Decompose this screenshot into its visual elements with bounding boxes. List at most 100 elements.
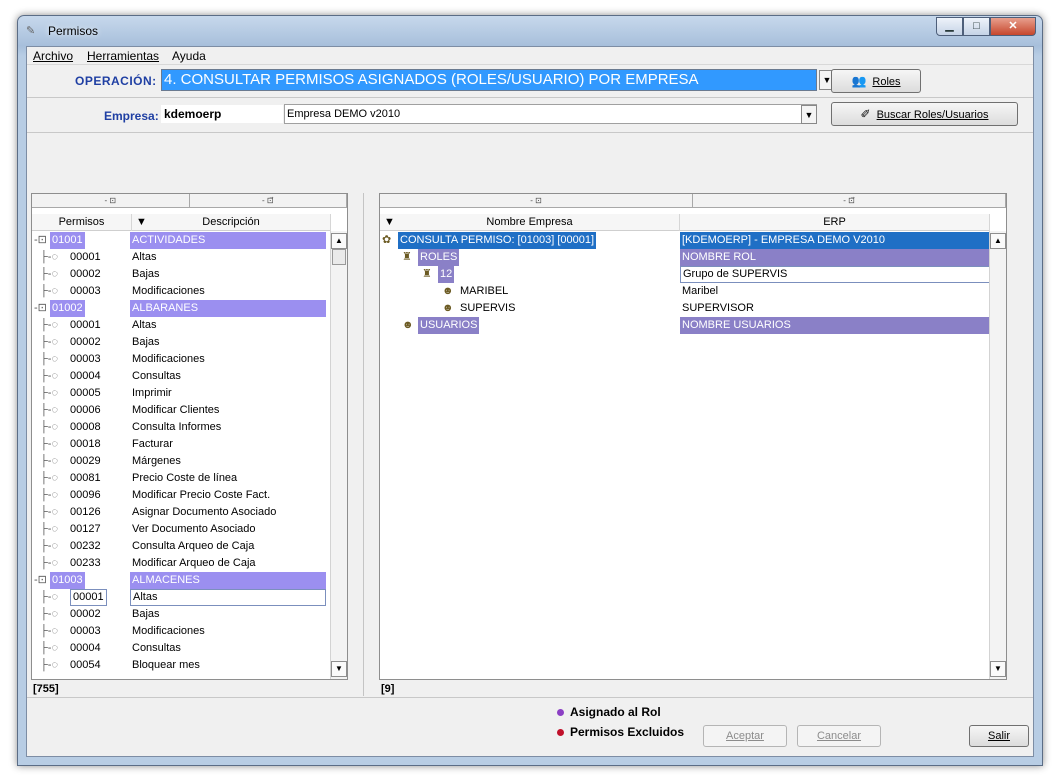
permission-description: Modificaciones [132, 285, 205, 297]
permission-group-row[interactable]: -⊡ 01002 ALBARANES [32, 300, 330, 317]
empresa-label: Empresa: [104, 109, 159, 123]
permission-row[interactable]: ├-◌ 00002 Bajas [32, 334, 330, 351]
permission-node-icon: ├-◌ [40, 472, 58, 484]
permission-row[interactable]: ├-◌ 00002 Bajas [32, 606, 330, 623]
permission-group-row[interactable]: -⊡ 01001 ACTIVIDADES [32, 232, 330, 249]
scroll-up-icon[interactable]: ▲ [331, 233, 347, 249]
close-icon[interactable]: ✕ [990, 17, 1036, 36]
permission-row[interactable]: ├-◌ 00002 Bajas [32, 266, 330, 283]
node-name: MARIBEL [460, 285, 509, 297]
permission-code: 00127 [70, 523, 101, 535]
scroll-down-right-icon[interactable]: ▼ [990, 661, 1006, 677]
roles-users-panel-toolbar: - ⊡ - ⊡⃗ [380, 194, 1006, 208]
empresa-code-field[interactable]: kdemoerp [160, 104, 284, 124]
legend-excluded: Permisos Excluidos [557, 725, 684, 739]
permission-code: 00001 [70, 251, 101, 263]
permission-row[interactable]: ├-◌ 00127 Ver Documento Asociado [32, 521, 330, 538]
permission-description: ACTIVIDADES [130, 232, 326, 249]
col-permisos[interactable]: Permisos [32, 214, 132, 231]
query-icon: ✿ [382, 234, 392, 246]
minimize-icon[interactable]: ▁ [936, 17, 963, 36]
expand-right-icon[interactable]: - ⊡⃗ [693, 194, 1006, 207]
permissions-count: [755] [33, 683, 59, 695]
col-descripcion[interactable]: ▼ Descripción [132, 214, 331, 231]
empresa-dropdown-icon[interactable]: ▼ [801, 105, 817, 124]
panel-splitter[interactable] [363, 193, 367, 696]
search-wand-icon: ✐ [860, 107, 871, 121]
permissions-panel-toolbar: - ⊡ - ⊡⃗ [32, 194, 347, 208]
cancelar-button[interactable]: Cancelar [797, 725, 881, 747]
permission-node-icon: ├-◌ [40, 370, 58, 382]
permission-row[interactable]: ├-◌ 00001 Altas [32, 249, 330, 266]
col-nombre-empresa[interactable]: ▼ Nombre Empresa [380, 214, 680, 231]
menu-ayuda[interactable]: Ayuda [172, 49, 206, 63]
permission-code: 01003 [50, 572, 85, 589]
permission-code: 00003 [70, 285, 101, 297]
permission-node-icon: ├-◌ [40, 557, 58, 569]
permission-node-icon: ├-◌ [40, 336, 58, 348]
group-lock-icon: -⊡ [34, 234, 47, 246]
roles-users-row[interactable]: ✿ CONSULTA PERMISO: [01003] [00001] [KDEMO… [380, 232, 990, 249]
permission-row[interactable]: ├-◌ 00001 Altas [32, 589, 330, 606]
roles-users-scrollbar[interactable]: ▲ ▼ [989, 231, 1006, 679]
operation-select[interactable]: 4. CONSULTAR PERMISOS ASIGNADOS (ROLES/U… [161, 69, 817, 91]
permission-row[interactable]: ├-◌ 00005 Imprimir [32, 385, 330, 402]
permission-description: Modificaciones [132, 353, 205, 365]
node-name: USUARIOS [418, 317, 480, 334]
permission-row[interactable]: ├-◌ 00018 Facturar [32, 436, 330, 453]
window-title: Permisos [48, 24, 99, 38]
permission-description: Altas [130, 589, 326, 606]
roles-button[interactable]: 👥 Roles [831, 69, 921, 93]
permission-row[interactable]: ├-◌ 00081 Precio Coste de línea [32, 470, 330, 487]
client-area: Archivo Herramientas Ayuda OPERACIÓN: 4.… [26, 46, 1034, 757]
permission-row[interactable]: ├-◌ 00126 Asignar Documento Asociado [32, 504, 330, 521]
permissions-scrollbar[interactable]: ▲ ▼ [330, 231, 347, 679]
permission-row[interactable]: ├-◌ 00003 Modificaciones [32, 623, 330, 640]
menu-archivo[interactable]: Archivo [33, 49, 73, 63]
permission-row[interactable]: ├-◌ 00006 Modificar Clientes [32, 402, 330, 419]
scroll-up-right-icon[interactable]: ▲ [990, 233, 1006, 249]
permission-row[interactable]: ├-◌ 00029 Márgenes [32, 453, 330, 470]
permission-node-icon: ├-◌ [40, 489, 58, 501]
permission-group-row[interactable]: -⊡ 01003 ALMACENES [32, 572, 330, 589]
permission-code: 00081 [70, 472, 101, 484]
roles-users-columns: ▼ Nombre Empresa ERP [380, 214, 990, 231]
roles-users-row[interactable]: ☻ SUPERVIS SUPERVISOR [380, 300, 990, 317]
maximize-icon[interactable]: □ [963, 17, 990, 36]
permission-row[interactable]: ├-◌ 00232 Consulta Arqueo de Caja [32, 538, 330, 555]
roles-users-row[interactable]: ♜ 12 Grupo de SUPERVIS [380, 266, 990, 283]
permission-row[interactable]: ├-◌ 00003 Modificaciones [32, 351, 330, 368]
permission-row[interactable]: ├-◌ 00233 Modificar Arqueo de Caja [32, 555, 330, 572]
excluded-dot-icon [557, 729, 564, 736]
scroll-down-icon[interactable]: ▼ [331, 661, 347, 677]
permission-node-icon: ├-◌ [40, 285, 58, 297]
permission-row[interactable]: ├-◌ 00054 Bloquear mes [32, 657, 330, 674]
collapse-icon[interactable]: - ⊡ [32, 194, 190, 207]
permission-row[interactable]: ├-◌ 00003 Modificaciones [32, 283, 330, 300]
permission-row[interactable]: ├-◌ 00004 Consultas [32, 368, 330, 385]
permission-description: Modificaciones [132, 625, 205, 637]
node-name: CONSULTA PERMISO: [01003] [00001] [398, 232, 597, 249]
permission-row[interactable]: ├-◌ 00008 Consulta Informes [32, 419, 330, 436]
scroll-thumb[interactable] [332, 249, 346, 265]
permission-node-icon: ├-◌ [40, 591, 58, 603]
permission-row[interactable]: ├-◌ 00004 Consultas [32, 640, 330, 657]
empresa-name-select[interactable]: Empresa DEMO v2010 [284, 104, 817, 124]
menu-herramientas[interactable]: Herramientas [87, 49, 159, 63]
roles-users-row[interactable]: ☻ MARIBEL Maribel [380, 283, 990, 300]
roles-users-row[interactable]: ♜ ROLES NOMBRE ROL [380, 249, 990, 266]
roles-users-row[interactable]: ☻ USUARIOS NOMBRE USUARIOS [380, 317, 990, 334]
permission-row[interactable]: ├-◌ 00001 Altas [32, 317, 330, 334]
aceptar-button[interactable]: Aceptar [703, 725, 787, 747]
erp-value: SUPERVISOR [682, 302, 754, 314]
permissions-columns: Permisos ▼ Descripción [32, 214, 331, 231]
collapse-right-icon[interactable]: - ⊡ [380, 194, 693, 207]
permission-code: 00005 [70, 387, 101, 399]
col-erp[interactable]: ERP [680, 214, 990, 231]
buscar-roles-usuarios-button[interactable]: ✐ Buscar Roles/Usuarios [831, 102, 1018, 126]
salir-button[interactable]: Salir [969, 725, 1029, 747]
role-icon: ♜ [422, 268, 432, 280]
permission-row[interactable]: ├-◌ 00096 Modificar Precio Coste Fact. [32, 487, 330, 504]
permission-code: 00001 [70, 589, 107, 606]
expand-icon[interactable]: - ⊡⃗ [190, 194, 347, 207]
